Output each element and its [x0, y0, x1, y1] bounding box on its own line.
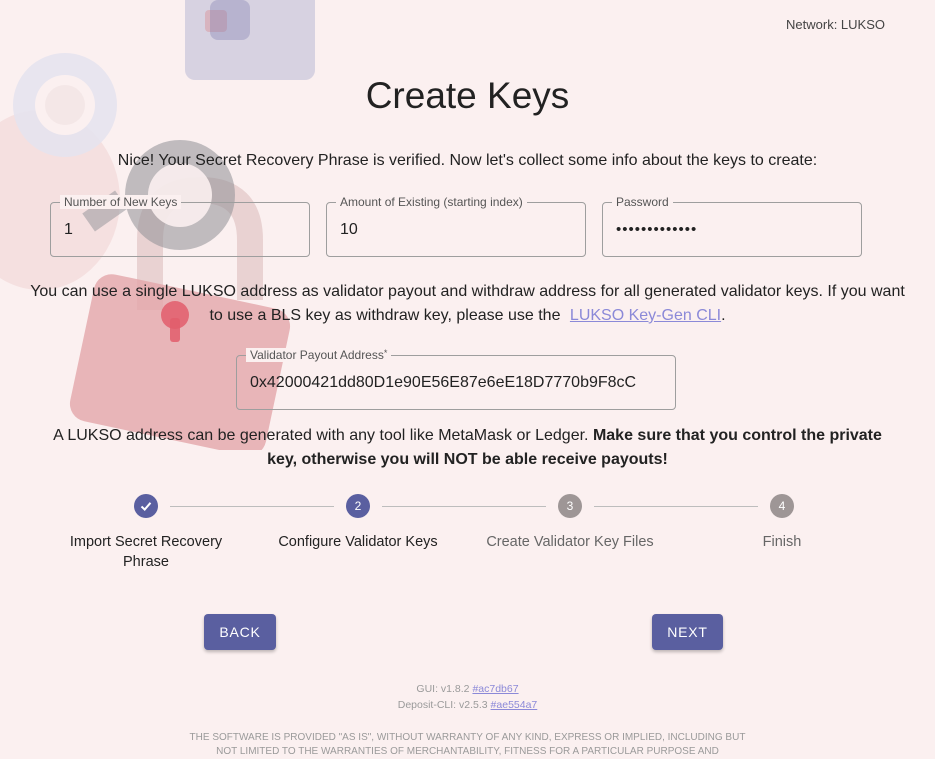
withdraw-info-line2: to use a BLS key as withdraw key, please…: [0, 304, 935, 328]
step-create-key-files: 3 Create Validator Key Files: [464, 494, 676, 552]
withdraw-info-suffix: .: [721, 307, 726, 324]
withdraw-info-prefix: to use a BLS key as withdraw key, please…: [209, 307, 561, 324]
step-configure-keys: 2 Configure Validator Keys: [252, 494, 464, 552]
step-finish: 4 Finish: [676, 494, 888, 552]
license-disclaimer: THE SOFTWARE IS PROVIDED "AS IS", WITHOU…: [189, 732, 746, 757]
gui-version: GUI: v1.8.2 #ac7db67: [416, 683, 519, 695]
step-1-circle: [134, 494, 158, 518]
next-button[interactable]: NEXT: [652, 614, 723, 650]
step-1-label: Import Secret Recovery Phrase: [69, 534, 223, 570]
password-label: Password: [612, 195, 673, 209]
address-info-line2: key, otherwise you will NOT be able rece…: [0, 448, 935, 472]
step-4-label: Finish: [762, 534, 802, 550]
withdraw-info-line1: You can use a single LUKSO address as va…: [30, 283, 905, 300]
cli-version: Deposit-CLI: v2.5.3 #ae554a7: [397, 699, 538, 711]
payout-address-field[interactable]: Validator Payout Address* 0x42000421dd80…: [236, 348, 676, 410]
password-field[interactable]: Password •••••••••••••: [602, 195, 862, 257]
back-button[interactable]: BACK: [204, 614, 276, 650]
number-of-keys-field[interactable]: Number of New Keys 1: [50, 195, 310, 257]
password-input[interactable]: •••••••••••••: [616, 221, 697, 238]
step-3-circle: 3: [558, 494, 582, 518]
existing-keys-label: Amount of Existing (starting index): [336, 195, 527, 209]
network-indicator: Network: LUKSO: [786, 17, 885, 32]
number-of-keys-input[interactable]: 1: [64, 221, 73, 239]
intro-text: Nice! Your Secret Recovery Phrase is ver…: [117, 152, 818, 169]
step-3-label: Create Validator Key Files: [486, 534, 654, 550]
progress-stepper: Import Secret Recovery Phrase 2 Configur…: [40, 494, 888, 584]
check-icon: [140, 501, 152, 511]
payout-address-input[interactable]: 0x42000421dd80D1e90E56E87e6eE18D7770b9F8…: [250, 374, 636, 392]
gui-commit-link[interactable]: #ac7db67: [472, 683, 518, 695]
existing-keys-input[interactable]: 10: [340, 221, 358, 239]
key-gen-cli-link[interactable]: LUKSO Key-Gen CLI: [570, 307, 721, 324]
address-info: A LUKSO address can be generated with an…: [0, 424, 935, 472]
version-info: GUI: v1.8.2 #ac7db67 Deposit-CLI: v2.5.3…: [0, 681, 935, 713]
address-info-normal: A LUKSO address can be generated with an…: [53, 427, 589, 444]
step-2-label: Configure Validator Keys: [278, 534, 438, 550]
existing-keys-field[interactable]: Amount of Existing (starting index) 10: [326, 195, 586, 257]
payout-address-label: Validator Payout Address*: [246, 348, 392, 362]
address-info-warning-1: Make sure that you control the private: [592, 427, 882, 444]
step-2-circle: 2: [346, 494, 370, 518]
main-content: Network: LUKSO Create Keys Nice! Your Se…: [0, 0, 935, 757]
step-import-phrase: Import Secret Recovery Phrase: [40, 494, 252, 572]
address-info-line1: A LUKSO address can be generated with an…: [0, 424, 935, 448]
page-title: Create Keys: [365, 75, 570, 116]
cli-commit-link[interactable]: #ae554a7: [491, 699, 538, 711]
withdraw-info: You can use a single LUKSO address as va…: [0, 280, 935, 328]
address-info-warning-2: key, otherwise you will NOT be able rece…: [267, 451, 668, 468]
number-of-keys-label: Number of New Keys: [60, 195, 182, 209]
required-mark: *: [383, 348, 388, 358]
step-4-circle: 4: [770, 494, 794, 518]
